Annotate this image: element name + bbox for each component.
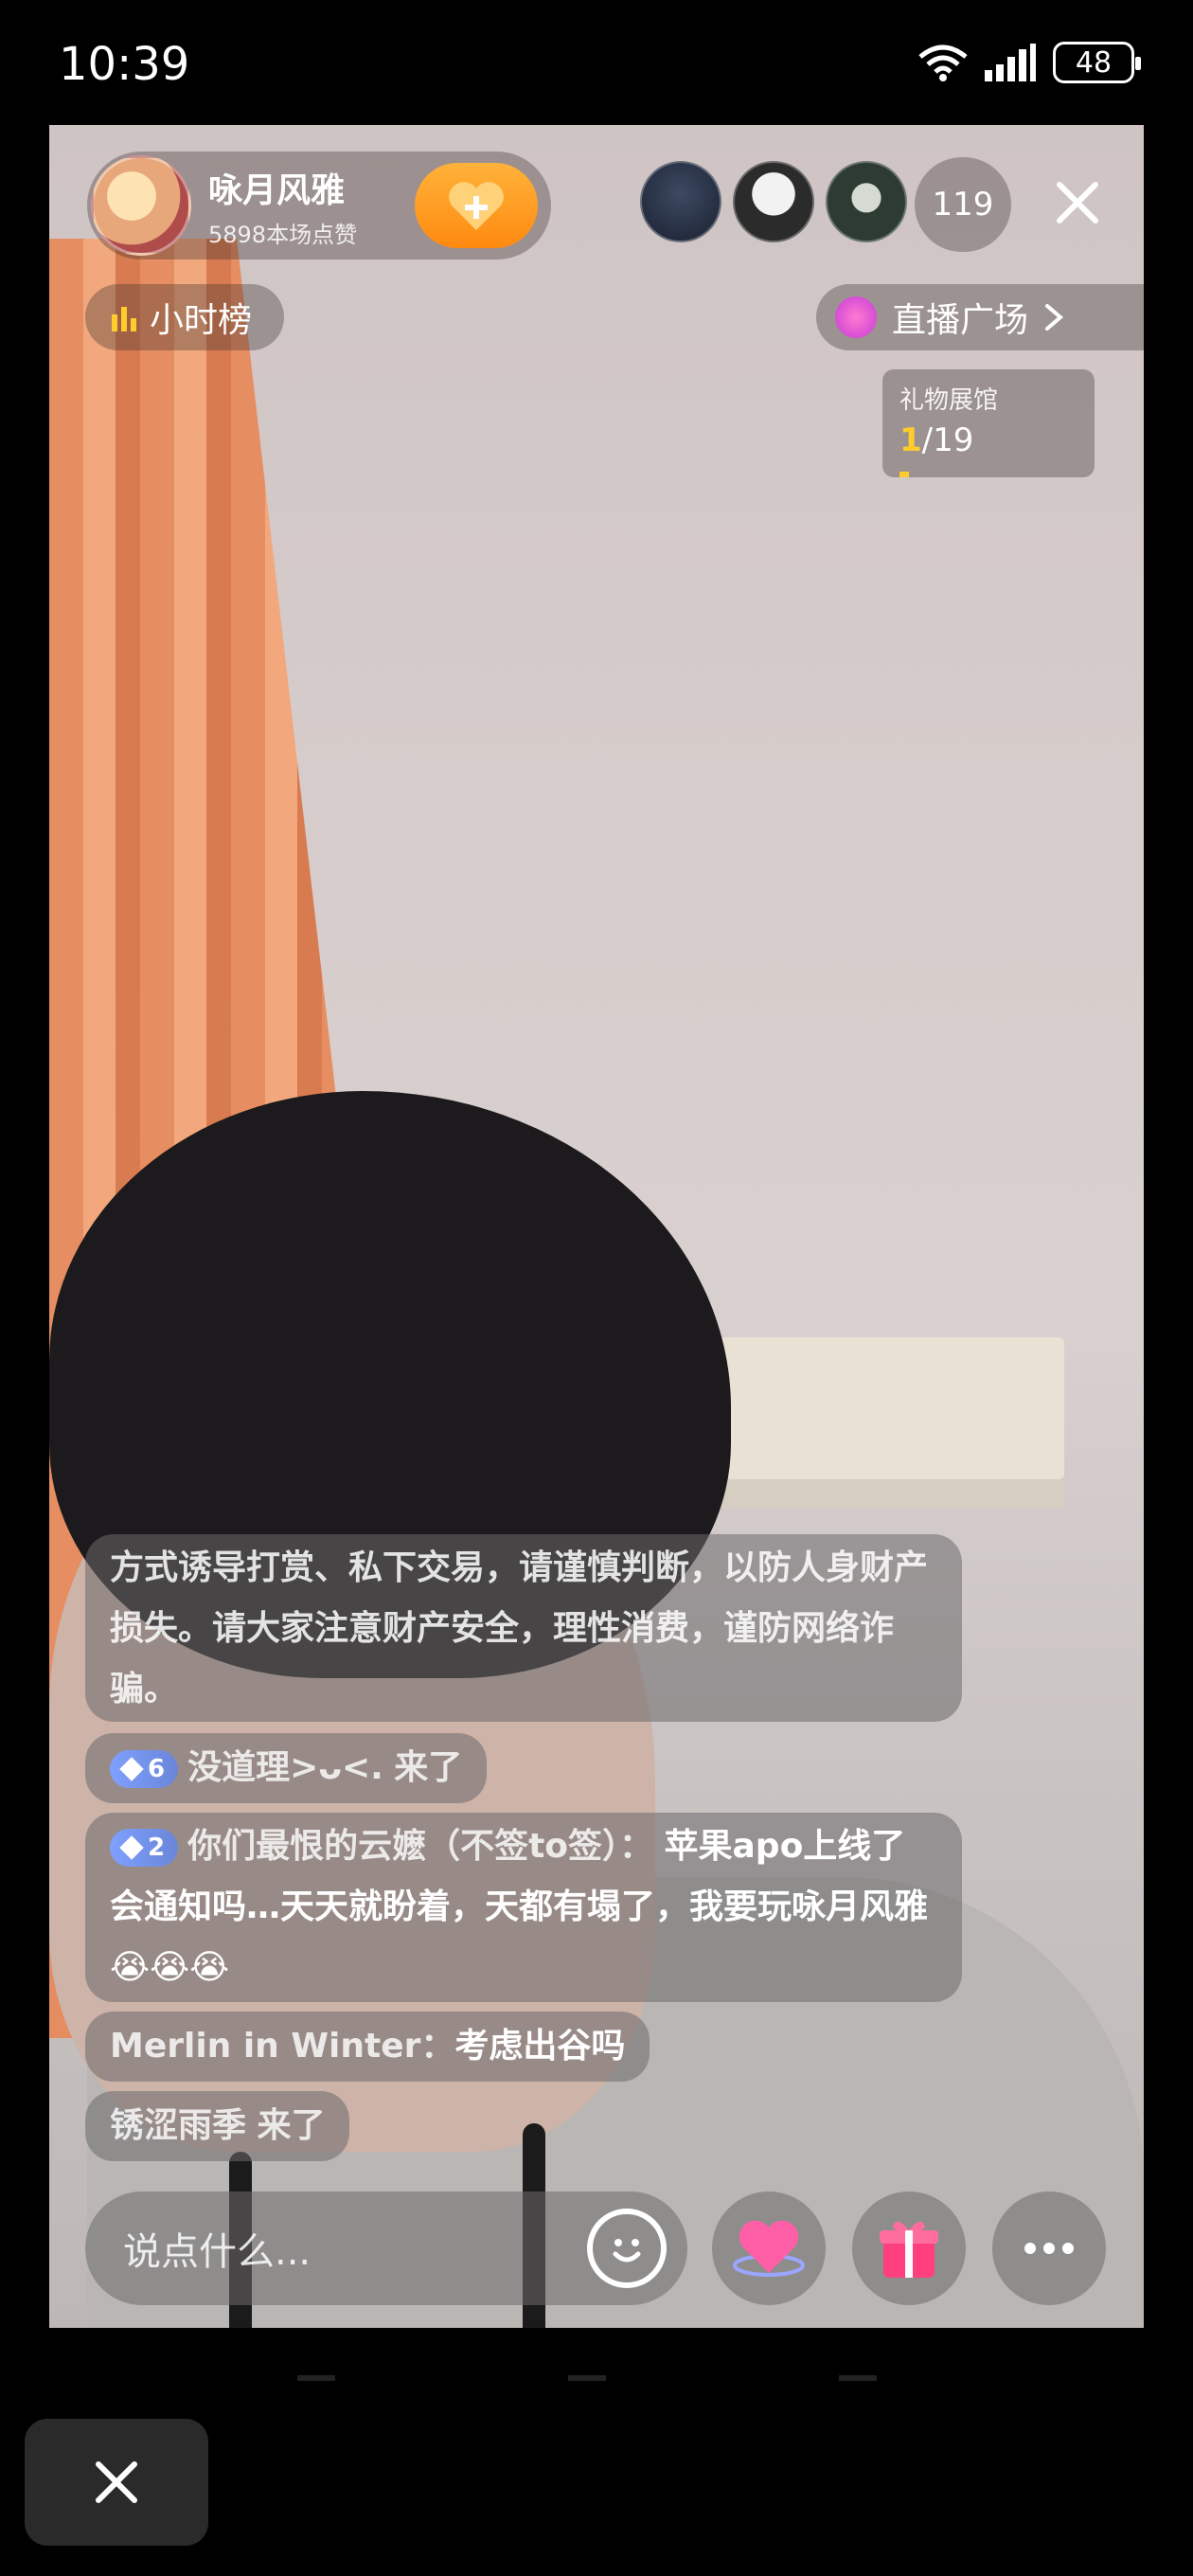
nav-menu-icon[interactable] <box>297 2375 335 2381</box>
close-icon <box>96 2461 137 2503</box>
host-info: 咏月风雅 5898本场点赞 <box>208 163 357 249</box>
host-info-pill[interactable]: 咏月风雅 5898本场点赞 <box>87 152 551 259</box>
chevron-right-icon <box>1045 304 1064 331</box>
hourly-rank-label: 小时榜 <box>150 301 253 340</box>
host-avatar[interactable] <box>91 155 191 256</box>
diamond-icon <box>119 1757 144 1781</box>
status-time: 10:39 <box>59 38 190 91</box>
more-icon <box>1024 2243 1074 2254</box>
live-plaza-button[interactable]: 直播广场 <box>816 284 1144 350</box>
status-icons: 48 <box>918 42 1141 83</box>
gift-hall-current: 1 <box>899 421 922 459</box>
diamond-icon <box>119 1835 144 1860</box>
battery-icon: 48 <box>1053 42 1141 83</box>
follow-button[interactable] <box>415 163 538 248</box>
chat-username: 没道理>ᴗ<. <box>187 1748 383 1787</box>
viewer-avatar[interactable] <box>640 161 721 242</box>
chat-username: 锈涩雨季 <box>110 2106 247 2145</box>
gift-hall-total: /19 <box>921 421 974 459</box>
level-number: 6 <box>148 1755 166 1783</box>
gift-hall-progress-bar <box>899 472 909 477</box>
bar-chart-icon <box>112 307 136 331</box>
more-button[interactable] <box>992 2191 1106 2305</box>
system-notice: 方式诱导打赏、私下交易，请谨慎判断，以防人身财产损失。请大家注意财产安全，理性消… <box>85 1534 962 1722</box>
chat-content: 来了 <box>257 2106 326 2145</box>
hourly-rank-button[interactable]: 小时榜 <box>85 284 284 350</box>
level-badge: 6 <box>110 1750 179 1788</box>
level-badge: 2 <box>110 1829 179 1867</box>
battery-level: 48 <box>1075 45 1113 80</box>
gift-icon <box>880 2221 938 2278</box>
live-plaza-label: 直播广场 <box>892 301 1029 340</box>
host-name: 咏月风雅 <box>208 170 346 210</box>
chat-message[interactable]: 锈涩雨季 来了 <box>85 2091 350 2161</box>
heart-plus-icon <box>449 182 504 230</box>
emoji-icon[interactable] <box>587 2209 667 2288</box>
gift-hall-title: 礼物展馆 <box>899 386 999 415</box>
gift-hall-progress: 1/19 <box>899 421 1095 459</box>
status-bar: 10:39 48 <box>0 0 1193 125</box>
host-likes: 5898本场点赞 <box>208 221 358 248</box>
gift-button[interactable] <box>852 2191 966 2305</box>
nav-back-icon[interactable] <box>839 2375 877 2381</box>
chat-username: Merlin in Winter： <box>110 2027 455 2066</box>
like-button[interactable] <box>712 2191 826 2305</box>
viewer-avatar[interactable] <box>826 161 907 242</box>
gift-hall-card[interactable]: 礼物展馆 1/19 <box>882 369 1095 477</box>
wifi-icon <box>918 45 968 81</box>
chat-username: 你们最恨的云嬷（不签to签）： <box>187 1827 654 1866</box>
chat-message[interactable]: 2 你们最恨的云嬷（不签to签）： 苹果apo上线了会通知吗…天天就盼着，天都有… <box>85 1813 962 2002</box>
viewer-avatar[interactable] <box>733 161 814 242</box>
signal-icon <box>985 44 1036 81</box>
level-number: 2 <box>148 1834 166 1862</box>
overlay-close-button[interactable] <box>25 2419 208 2546</box>
comment-placeholder: 说点什么... <box>123 2230 312 2274</box>
background-air-conditioner <box>676 1337 1064 1508</box>
planet-icon <box>835 296 877 338</box>
viewer-count[interactable]: 119 <box>915 157 1011 252</box>
chat-content: 考虑出谷吗 <box>454 2027 626 2066</box>
chat-content: 来了 <box>394 1748 463 1787</box>
chat-message[interactable]: Merlin in Winter：考虑出谷吗 <box>85 2012 650 2082</box>
comment-input[interactable]: 说点什么... <box>85 2191 687 2305</box>
top-viewers <box>640 161 907 242</box>
chat-message[interactable]: 6 没道理>ᴗ<. 来了 <box>85 1733 488 1803</box>
close-icon[interactable] <box>1042 167 1113 239</box>
nav-home-icon[interactable] <box>568 2375 606 2381</box>
heart-icon <box>733 2220 805 2277</box>
